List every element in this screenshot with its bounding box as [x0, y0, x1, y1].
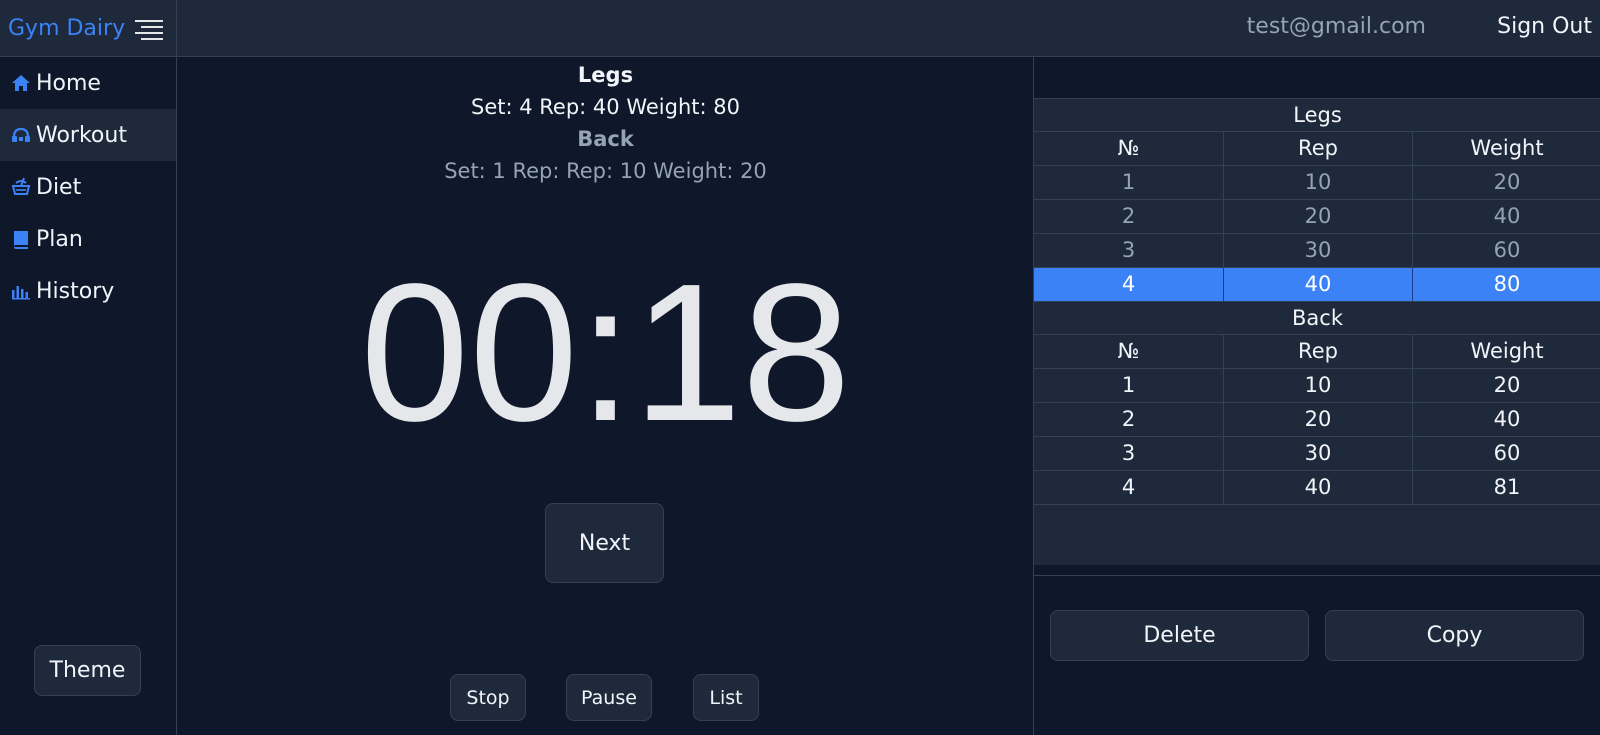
dumbbell-icon [10, 124, 32, 146]
delete-button[interactable]: Delete [1050, 610, 1309, 661]
copy-button[interactable]: Copy [1325, 610, 1584, 661]
table-cell: 3 [1034, 437, 1224, 470]
column-header: № [1034, 335, 1224, 368]
sign-out-link[interactable]: Sign Out [1497, 14, 1592, 39]
table-cell: 1 [1034, 166, 1224, 199]
list-button[interactable]: List [693, 674, 759, 721]
sidebar-item-label: Plan [36, 226, 83, 252]
table-cell: 30 [1224, 234, 1413, 267]
sets-panel: Legs № Rep Weight 1 10 20 2 20 40 3 30 6… [1033, 57, 1600, 735]
rest-timer: 00:18 [360, 243, 851, 462]
book-icon [10, 228, 32, 250]
table-cell: 60 [1493, 238, 1521, 262]
table-row[interactable]: 1 10 20 [1034, 166, 1600, 200]
table-title: Back [1034, 302, 1600, 335]
table-cell: 10 [1224, 166, 1413, 199]
table-cell: 3 [1034, 234, 1224, 267]
table-cell: 40 [1493, 204, 1521, 228]
sidebar-item-label: Home [36, 70, 101, 96]
table-cell: 60 [1493, 441, 1521, 465]
table-cell: 10 [1224, 369, 1413, 402]
brand-area: Gym Dairy [0, 0, 177, 57]
table-title: Legs [1034, 99, 1600, 132]
next-exercise-info: Set: 1 Rep: Rep: 10 Weight: 20 [444, 159, 767, 183]
sidebar-item-history[interactable]: History [0, 265, 176, 317]
panel-footer: Delete Copy [1034, 575, 1600, 735]
workout-main: Legs Set: 4 Rep: 40 Weight: 80 Back Set:… [178, 57, 1033, 735]
table-cell: 40 [1224, 471, 1413, 504]
sets-table: Legs № Rep Weight 1 10 20 2 20 40 3 30 6… [1034, 98, 1600, 565]
sidebar: Home Workout Diet Plan History Theme [0, 57, 177, 735]
sidebar-item-label: History [36, 278, 115, 304]
table-cell: 40 [1224, 268, 1413, 301]
chart-icon [10, 280, 32, 302]
theme-button[interactable]: Theme [34, 645, 141, 696]
diet-icon [10, 176, 32, 198]
table-row[interactable]: 4 40 81 [1034, 471, 1600, 505]
sidebar-item-label: Diet [36, 174, 82, 200]
table-cell: 4 [1034, 268, 1224, 301]
table-cell: 20 [1224, 200, 1413, 233]
current-exercise-info: Set: 4 Rep: 40 Weight: 80 [471, 95, 740, 119]
table-cell: 1 [1034, 369, 1224, 402]
sidebar-item-plan[interactable]: Plan [0, 213, 176, 265]
sidebar-item-diet[interactable]: Diet [0, 161, 176, 213]
table-cell: 2 [1034, 403, 1224, 436]
table-row[interactable]: 3 30 60 [1034, 234, 1600, 268]
column-header: Rep [1224, 335, 1413, 368]
table-cell: 81 [1493, 475, 1521, 499]
table-cell: 80 [1493, 272, 1521, 296]
user-email: test@gmail.com [1246, 14, 1426, 39]
table-cell: 20 [1224, 403, 1413, 436]
table-header: № Rep Weight [1034, 132, 1600, 166]
column-header: Rep [1224, 132, 1413, 165]
menu-icon[interactable] [135, 17, 164, 41]
column-header: Weight [1470, 136, 1544, 160]
table-cell: 40 [1493, 407, 1521, 431]
table-cell: 4 [1034, 471, 1224, 504]
table-row-selected[interactable]: 4 40 80 [1034, 268, 1600, 302]
next-exercise-title: Back [577, 127, 634, 151]
sidebar-item-home[interactable]: Home [0, 57, 176, 109]
table-row[interactable]: 1 10 20 [1034, 369, 1600, 403]
table-cell: 20 [1493, 170, 1521, 194]
sidebar-item-label: Workout [36, 122, 127, 148]
stop-button[interactable]: Stop [450, 674, 526, 721]
table-cell: 30 [1224, 437, 1413, 470]
pause-button[interactable]: Pause [566, 674, 652, 721]
app-brand[interactable]: Gym Dairy [8, 16, 125, 41]
next-button[interactable]: Next [545, 503, 664, 583]
app: Gym Dairy test@gmail.com Sign Out Home W… [0, 0, 1600, 735]
top-bar: Gym Dairy test@gmail.com Sign Out [0, 0, 1600, 57]
table-row[interactable]: 3 30 60 [1034, 437, 1600, 471]
home-icon [10, 72, 32, 94]
current-exercise-title: Legs [577, 63, 634, 87]
table-cell: 2 [1034, 200, 1224, 233]
column-header: № [1034, 132, 1224, 165]
table-row[interactable]: 2 20 40 [1034, 403, 1600, 437]
table-row[interactable]: 2 20 40 [1034, 200, 1600, 234]
table-cell: 20 [1493, 373, 1521, 397]
table-header: № Rep Weight [1034, 335, 1600, 369]
column-header: Weight [1470, 339, 1544, 363]
sidebar-item-workout[interactable]: Workout [0, 109, 176, 161]
